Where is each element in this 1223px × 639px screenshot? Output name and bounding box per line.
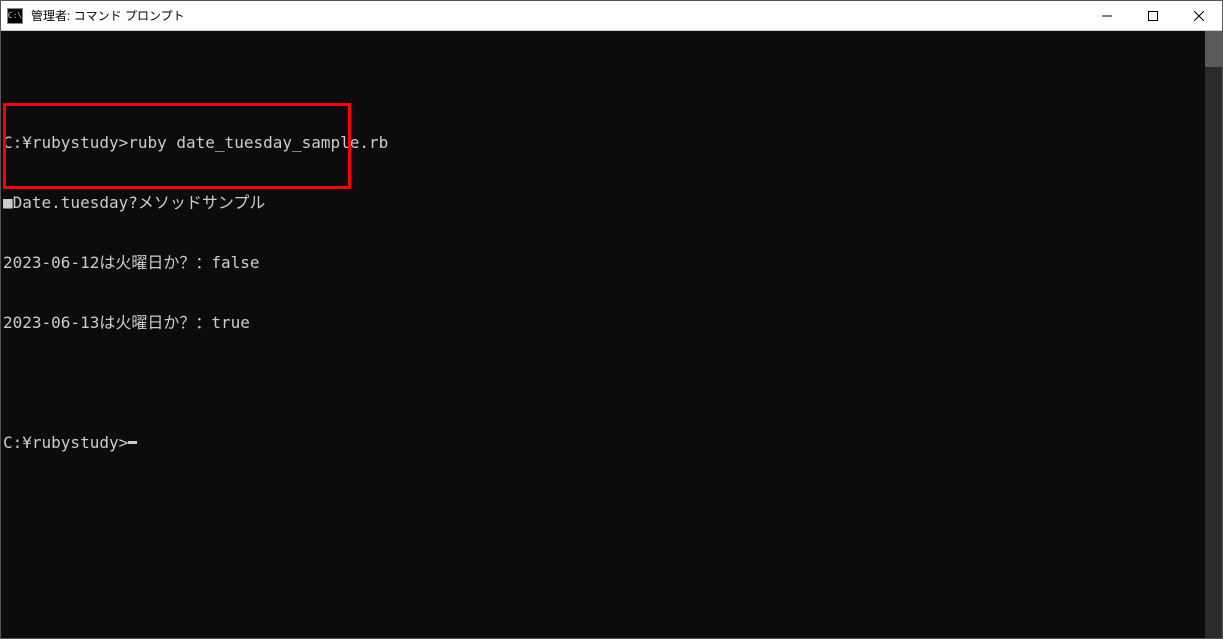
minimize-icon [1102,11,1112,21]
terminal-prompt-line: C:¥rubystudy> [3,433,1203,453]
minimize-button[interactable] [1084,1,1130,30]
scrollbar-thumb[interactable] [1205,31,1222,67]
vertical-scrollbar[interactable] [1205,31,1222,638]
app-icon: C:\ [7,8,23,24]
terminal-line: 2023-06-12は火曜日か？：false [3,253,1203,273]
window-title: 管理者: コマンド プロンプト [29,7,1084,24]
terminal-line: 2023-06-13は火曜日か？：true [3,313,1203,333]
maximize-button[interactable] [1130,1,1176,30]
close-icon [1194,11,1204,21]
close-button[interactable] [1176,1,1222,30]
terminal-line [3,73,1203,93]
cursor [128,441,137,444]
terminal-line: C:¥rubystudy>ruby date_tuesday_sample.rb [3,133,1203,153]
terminal-line: ■Date.tuesday?メソッドサンプル [3,193,1203,213]
terminal-line [3,373,1203,393]
terminal-output[interactable]: C:¥rubystudy>ruby date_tuesday_sample.rb… [1,31,1205,638]
maximize-icon [1148,11,1158,21]
titlebar[interactable]: C:\ 管理者: コマンド プロンプト [1,1,1222,31]
terminal-area: C:¥rubystudy>ruby date_tuesday_sample.rb… [1,31,1222,638]
command-prompt-window: C:\ 管理者: コマンド プロンプト C:¥rubystudy>ruby da… [0,0,1223,639]
window-controls [1084,1,1222,30]
